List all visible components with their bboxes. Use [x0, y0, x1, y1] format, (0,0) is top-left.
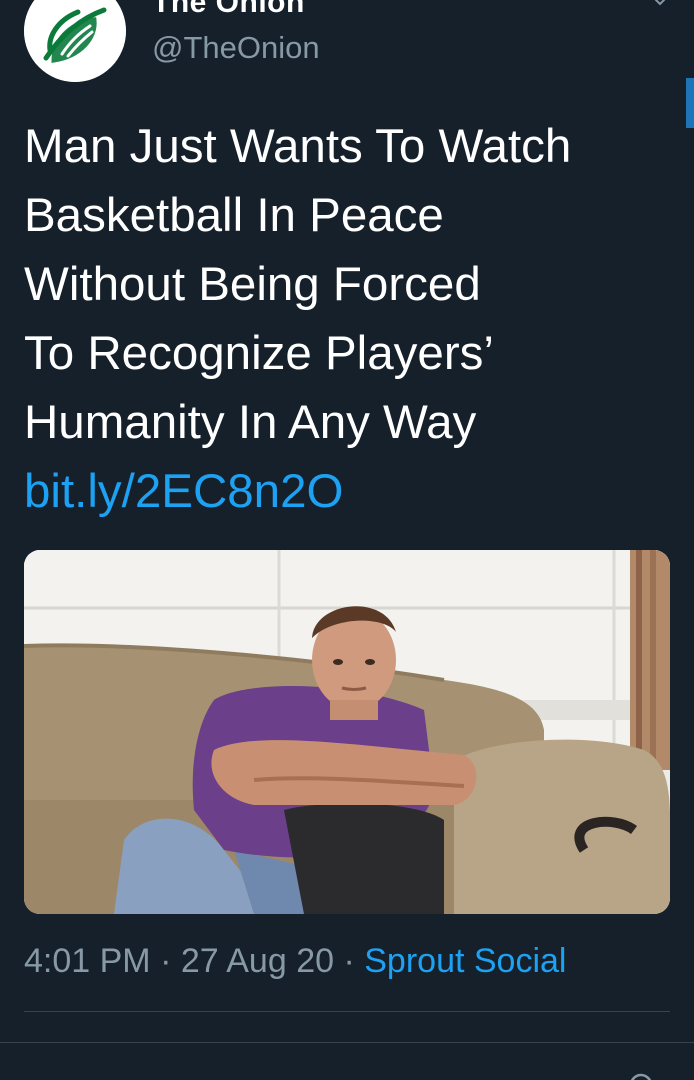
chevron-down-icon[interactable] — [652, 0, 668, 10]
tweet-link[interactable]: bit.ly/2EC8n2O — [24, 457, 674, 526]
avatar[interactable] — [24, 0, 126, 82]
user-handle[interactable]: @TheOnion — [152, 30, 320, 66]
tweet-date[interactable]: 27 Aug 20 — [181, 942, 334, 980]
divider — [24, 1011, 670, 1012]
tweet-text-line: Humanity In Any Way — [24, 396, 477, 449]
tweet-text-line: Basketball In Peace — [24, 189, 444, 242]
share-icon[interactable] — [626, 1070, 656, 1080]
tweet-text-line: Without Being Forced — [24, 258, 481, 311]
tweet-text-line: To Recognize Players’ — [24, 327, 494, 380]
tweet-media-image[interactable] — [24, 550, 670, 914]
tweet-text: Man Just Wants To Watch Basketball In Pe… — [24, 112, 674, 526]
tweet-text-line: Man Just Wants To Watch — [24, 120, 572, 173]
tweet-page: The Onion @TheOnion Man Just Wants To Wa… — [0, 0, 694, 1080]
scrollbar-thumb[interactable] — [686, 78, 694, 128]
photo-man-on-couch-icon — [24, 550, 670, 914]
divider — [0, 1042, 694, 1043]
onion-logo-icon — [24, 0, 126, 82]
tweet-source-link[interactable]: Sprout Social — [364, 942, 566, 980]
tweet-time[interactable]: 4:01 PM — [24, 942, 151, 980]
display-name[interactable]: The Onion — [152, 0, 305, 20]
separator: · — [343, 942, 355, 980]
separator: · — [160, 942, 172, 980]
tweet-meta: 4:01 PM · 27 Aug 20 · Sprout Social — [24, 942, 566, 981]
